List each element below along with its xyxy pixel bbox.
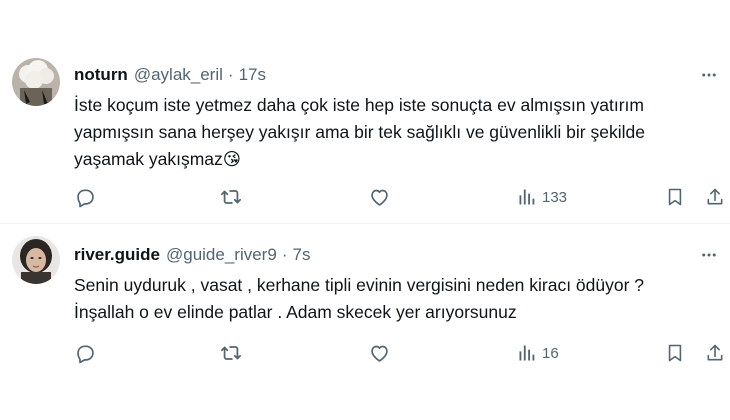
- avatar-image: [12, 58, 60, 106]
- bookmark-icon: [660, 338, 690, 368]
- tweet-text: Senin uyduruk , vasat , kerhane tipli ev…: [74, 272, 724, 326]
- retweet-icon: [216, 182, 246, 212]
- views-count: 16: [542, 344, 559, 362]
- author-handle[interactable]: @aylak_eril: [134, 65, 223, 85]
- tweet-header: river.guide @guide_river9 · 7s: [74, 244, 680, 266]
- reply-button[interactable]: [70, 338, 100, 368]
- tweet-text-line: İnşallah o ev elinde patlar . Adam skece…: [74, 302, 517, 322]
- author-handle[interactable]: @guide_river9: [166, 245, 277, 265]
- separator-dot: ·: [227, 65, 234, 84]
- reply-icon: [70, 182, 100, 212]
- like-icon: [364, 338, 394, 368]
- retweet-icon: [216, 338, 246, 368]
- timestamp[interactable]: 17s: [239, 65, 266, 85]
- bookmark-button[interactable]: [660, 182, 690, 212]
- author-name[interactable]: noturn: [74, 65, 128, 85]
- views-count: 133: [542, 188, 568, 206]
- action-bar: 133: [66, 182, 730, 212]
- like-button[interactable]: [364, 182, 394, 212]
- views-icon: [512, 338, 542, 368]
- timestamp[interactable]: 7s: [292, 245, 310, 265]
- views-button[interactable]: 16: [512, 338, 559, 368]
- retweet-button[interactable]: [216, 182, 246, 212]
- avatar[interactable]: [12, 236, 60, 284]
- separator-dot: ·: [281, 245, 288, 264]
- retweet-button[interactable]: [216, 338, 246, 368]
- bookmark-icon: [660, 182, 690, 212]
- share-icon: [700, 338, 730, 368]
- tweet-text-line: yaşamak yakışmaz😘: [74, 149, 242, 169]
- tweet-header: noturn @aylak_eril · 17s: [74, 64, 680, 86]
- like-button[interactable]: [364, 338, 394, 368]
- author-name[interactable]: river.guide: [74, 245, 160, 265]
- more-icon[interactable]: [694, 64, 724, 86]
- share-button[interactable]: [700, 182, 730, 212]
- reply-icon: [70, 338, 100, 368]
- like-icon: [364, 182, 394, 212]
- share-icon: [700, 182, 730, 212]
- tweet-text: İste koçum iste yetmez daha çok iste hep…: [74, 92, 724, 173]
- action-bar: 16: [66, 338, 730, 368]
- tweet-text-line: Senin uyduruk , vasat , kerhane tipli ev…: [74, 275, 645, 295]
- views-button[interactable]: 133: [512, 182, 567, 212]
- tweet-text-line: İste koçum iste yetmez daha çok iste hep…: [74, 95, 644, 115]
- more-icon[interactable]: [694, 244, 724, 266]
- tweet[interactable]: river.guide @guide_river9 · 7s Senin uyd…: [0, 224, 730, 420]
- reply-button[interactable]: [70, 182, 100, 212]
- tweet-text-line: yapmışsın sana herşey yakışır ama bir te…: [74, 122, 645, 142]
- views-icon: [512, 182, 542, 212]
- tweet[interactable]: noturn @aylak_eril · 17s İste koçum iste…: [0, 0, 730, 224]
- avatar-image: [12, 236, 60, 284]
- share-button[interactable]: [700, 338, 730, 368]
- bookmark-button[interactable]: [660, 338, 690, 368]
- avatar[interactable]: [12, 58, 60, 106]
